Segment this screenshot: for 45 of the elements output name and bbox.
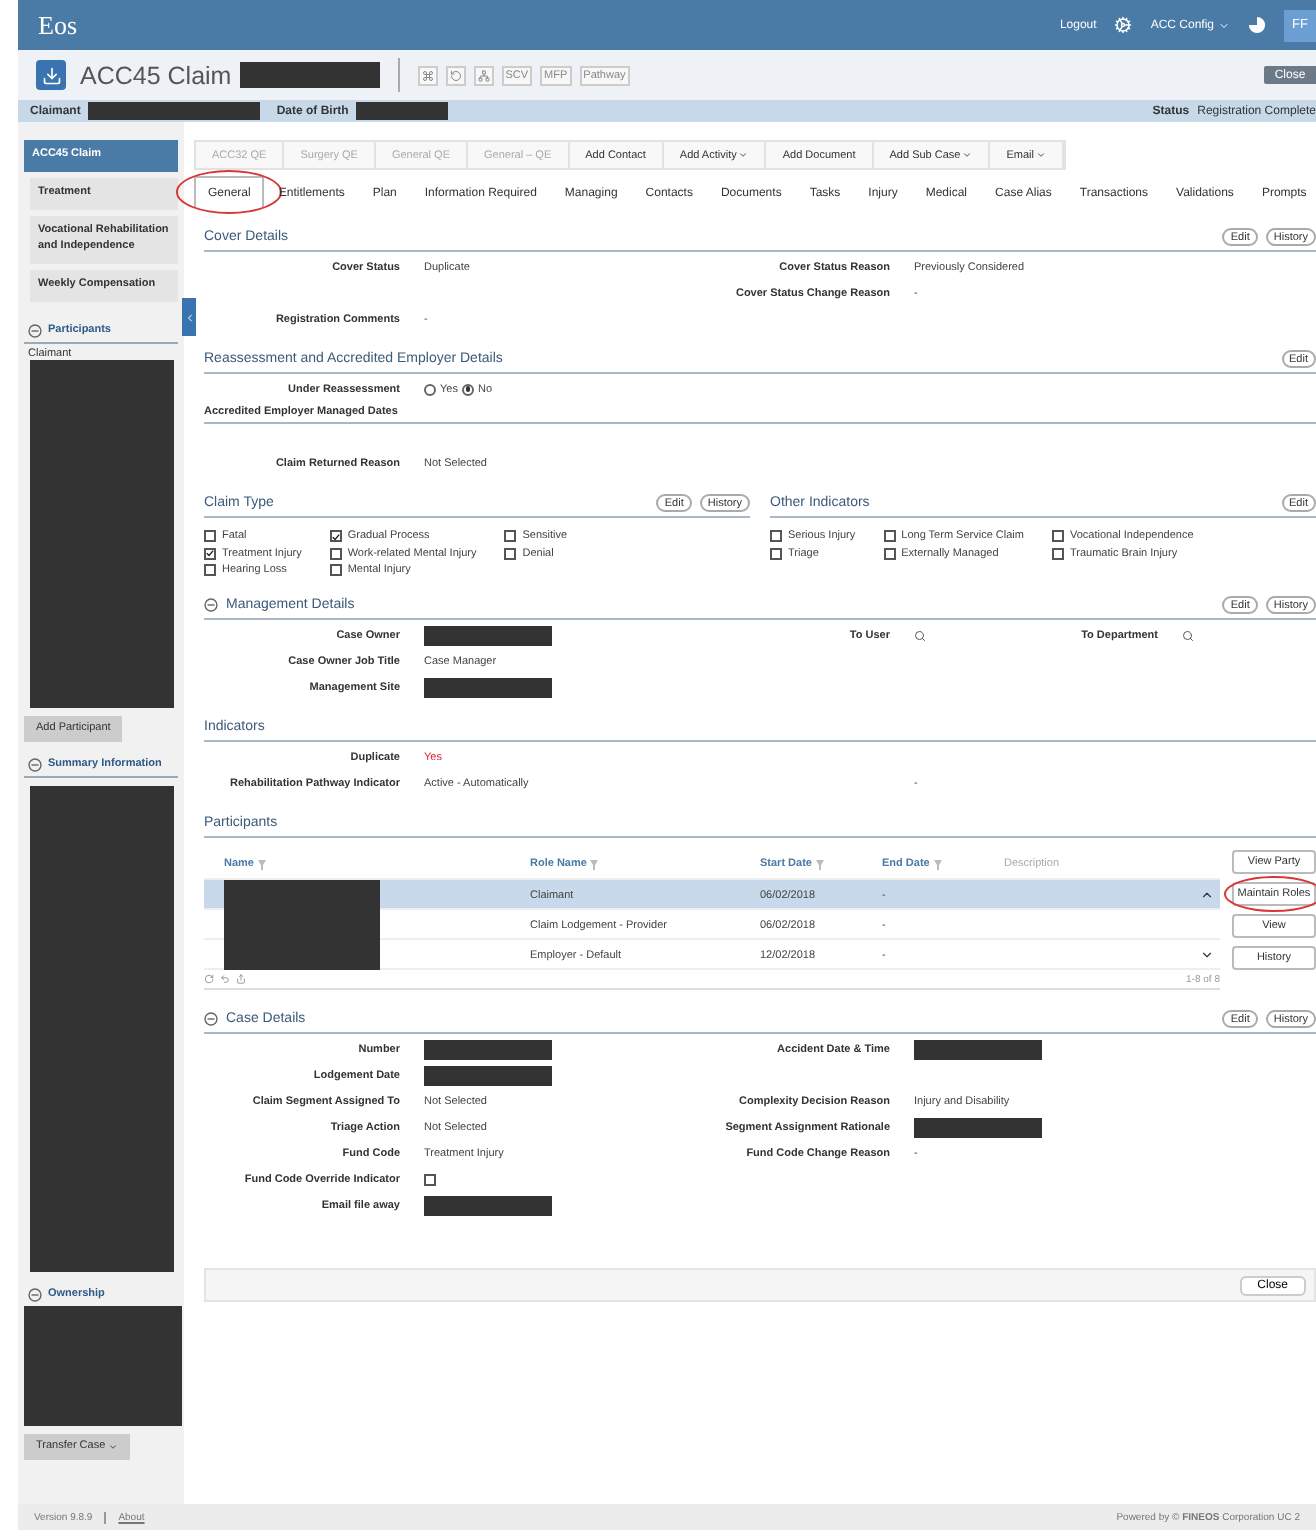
- page-title: ACC45 Claim: [80, 61, 232, 89]
- redacted-block: [424, 677, 552, 697]
- redacted-block: [424, 625, 552, 645]
- scroll-up-icon[interactable]: [1200, 888, 1214, 902]
- redacted-block: [239, 62, 380, 88]
- checkbox[interactable]: [770, 530, 782, 542]
- checkbox[interactable]: [204, 530, 216, 542]
- settings-icon[interactable]: [1114, 16, 1133, 34]
- command-icon[interactable]: [417, 65, 438, 85]
- checkbox[interactable]: [504, 530, 517, 542]
- collapse-icon[interactable]: [204, 598, 218, 612]
- checkbox[interactable]: [883, 547, 896, 559]
- radio-button[interactable]: [461, 383, 474, 395]
- redacted-block: [914, 1039, 1042, 1059]
- search-icon[interactable]: [914, 629, 926, 641]
- collapse-icon[interactable]: [28, 757, 42, 772]
- redacted-block: [356, 102, 449, 120]
- scroll-down-icon[interactable]: [1200, 948, 1214, 962]
- download-icon[interactable]: [36, 60, 66, 90]
- checkbox[interactable]: [1051, 547, 1064, 559]
- pie-chart-icon[interactable]: [1248, 16, 1266, 34]
- app-logo[interactable]: Eos: [38, 9, 77, 41]
- redacted-block: [424, 1065, 552, 1085]
- redacted-block: [914, 1117, 1042, 1137]
- checkbox[interactable]: [204, 547, 216, 559]
- checkbox[interactable]: [329, 530, 342, 542]
- radio-button[interactable]: [424, 383, 436, 395]
- search-icon[interactable]: [1182, 629, 1194, 641]
- checkbox[interactable]: [883, 530, 896, 542]
- checkbox[interactable]: [329, 564, 342, 576]
- history-icon[interactable]: [445, 65, 466, 85]
- caret-icon: [107, 1441, 118, 1452]
- checkbox[interactable]: [424, 1173, 436, 1185]
- checkbox[interactable]: [329, 547, 342, 559]
- redacted-block: [424, 1195, 552, 1215]
- checkbox[interactable]: [204, 564, 216, 576]
- checkbox[interactable]: [770, 547, 782, 559]
- redacted-block: [424, 1039, 552, 1059]
- collapse-icon[interactable]: [28, 323, 42, 338]
- checkbox[interactable]: [504, 547, 517, 559]
- checkbox[interactable]: [1051, 530, 1064, 542]
- chevron-left-icon: [183, 311, 195, 323]
- collapse-icon[interactable]: [204, 1012, 218, 1026]
- caret-icon: [1218, 19, 1230, 31]
- collapse-icon[interactable]: [28, 1287, 42, 1302]
